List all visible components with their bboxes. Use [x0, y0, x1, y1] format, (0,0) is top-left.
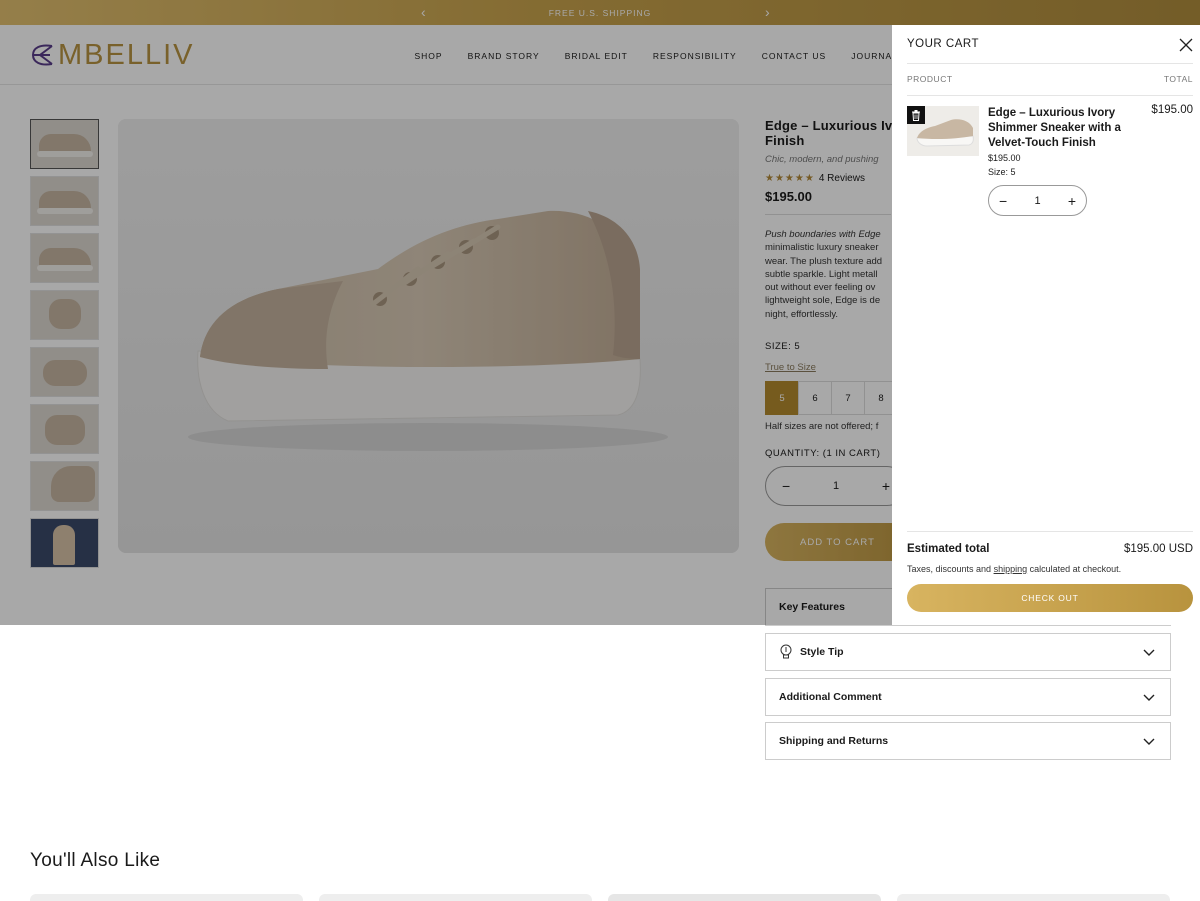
- column-header-total: TOTAL: [1163, 74, 1193, 84]
- cart-item-total: $195.00: [1151, 104, 1193, 116]
- chevron-down-icon: [1143, 738, 1155, 745]
- cart-item-size: Size: 5: [988, 167, 1016, 177]
- cart-item-name[interactable]: Edge – Luxurious Ivory Shimmer Sneaker w…: [988, 106, 1128, 151]
- estimated-total-value: $195.00 USD: [1123, 543, 1193, 555]
- also-like-heading: You'll Also Like: [30, 850, 161, 871]
- estimated-total-label: Estimated total: [907, 543, 990, 555]
- recommended-product-card[interactable]: [608, 894, 881, 901]
- chevron-down-icon: [1143, 649, 1155, 656]
- plus-icon[interactable]: +: [1068, 193, 1076, 209]
- checkout-button[interactable]: CHECK OUT: [907, 584, 1193, 612]
- divider: [907, 531, 1193, 532]
- cart-quantity-stepper: − 1 +: [988, 185, 1087, 216]
- close-icon[interactable]: [1178, 37, 1194, 53]
- trash-icon[interactable]: [907, 106, 925, 124]
- chevron-down-icon: [1143, 694, 1155, 701]
- lightbulb-icon: [780, 644, 792, 659]
- cart-quantity-value[interactable]: 1: [1034, 195, 1040, 207]
- accordion-shipping-returns[interactable]: Shipping and Returns: [765, 722, 1171, 760]
- minus-icon[interactable]: −: [999, 193, 1007, 209]
- shipping-link[interactable]: shipping: [994, 564, 1028, 574]
- cart-drawer: YOUR CART PRODUCT TOTAL Edge – Luxurious…: [892, 25, 1200, 625]
- cart-item-unit-price: $195.00: [988, 153, 1021, 163]
- recommended-product-card[interactable]: [319, 894, 592, 901]
- column-header-product: PRODUCT: [907, 74, 953, 84]
- tax-note: Taxes, discounts and shipping calculated…: [907, 564, 1122, 574]
- cart-title: YOUR CART: [907, 38, 980, 50]
- divider: [907, 63, 1193, 64]
- recommended-product-card[interactable]: [30, 894, 303, 901]
- accordion-label: Shipping and Returns: [779, 735, 889, 747]
- accordion-additional-comment[interactable]: Additional Comment: [765, 678, 1171, 716]
- recommended-product-card[interactable]: [897, 894, 1170, 901]
- accordion-label: Style Tip: [800, 646, 844, 658]
- divider: [907, 95, 1193, 96]
- accordion-style-tip[interactable]: Style Tip: [765, 633, 1171, 671]
- accordion-label: Additional Comment: [779, 691, 882, 703]
